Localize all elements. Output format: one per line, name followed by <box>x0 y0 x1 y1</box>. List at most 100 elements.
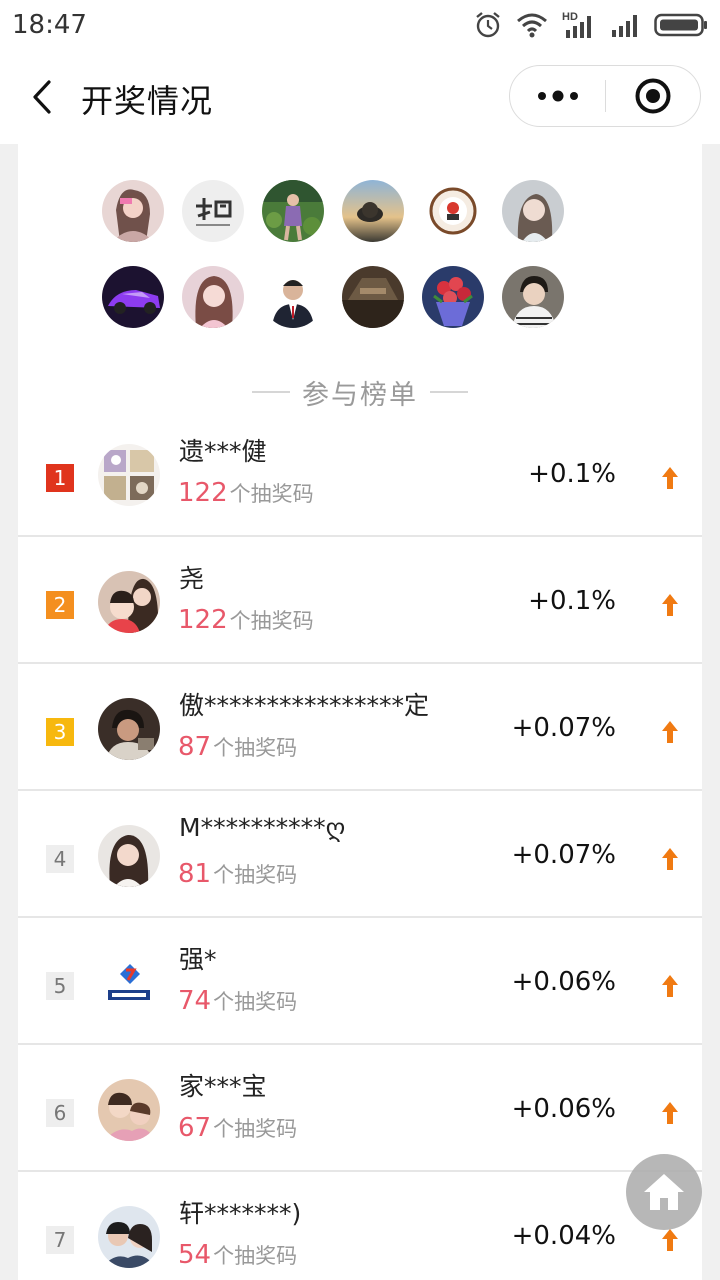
up-arrow-icon[interactable] <box>660 1101 680 1125</box>
rank-badge: 7 <box>46 1226 74 1254</box>
up-arrow-icon[interactable] <box>660 974 680 998</box>
code-count-unit: 个抽奖码 <box>213 736 298 760</box>
status-bar: 18:47 HD <box>0 0 720 50</box>
code-count: 54 个抽奖码 <box>178 1240 297 1270</box>
rank-badge: 4 <box>46 845 74 873</box>
ranking-row[interactable]: 5 强* 74 个抽奖码 +0.06% <box>18 918 702 1045</box>
participant-avatar[interactable] <box>262 266 324 328</box>
user-name: 强* <box>179 945 217 974</box>
code-count-number: 67 <box>178 1113 212 1143</box>
participant-avatar[interactable] <box>422 266 484 328</box>
code-count: 122 个抽奖码 <box>178 478 314 508</box>
user-avatar <box>98 698 160 760</box>
close-miniprogram-button[interactable] <box>606 66 700 126</box>
more-dots-icon <box>538 90 578 102</box>
ranking-title: 参与榜单 <box>302 379 418 411</box>
svg-text:HD: HD <box>562 11 578 23</box>
participant-avatar[interactable] <box>502 266 564 328</box>
status-time: 18:47 <box>12 10 87 40</box>
ranking-row[interactable]: 4 M**********ღ 81 个抽奖码 +0.07% <box>18 791 702 918</box>
up-arrow-icon[interactable] <box>660 1228 680 1252</box>
capsule-menu <box>509 65 701 127</box>
rank-badge: 5 <box>46 972 74 1000</box>
rank-badge: 1 <box>46 464 74 492</box>
user-avatar <box>98 571 160 633</box>
rank-badge: 6 <box>46 1099 74 1127</box>
participant-avatar[interactable] <box>342 266 404 328</box>
code-count-unit: 个抽奖码 <box>229 482 314 506</box>
code-count-number: 81 <box>178 859 212 889</box>
code-count: 87 个抽奖码 <box>178 732 297 762</box>
up-arrow-icon[interactable] <box>660 593 680 617</box>
win-rate-percent: +0.1% <box>528 586 616 616</box>
user-name: M**********ღ <box>179 813 346 842</box>
code-count: 81 个抽奖码 <box>178 859 297 889</box>
up-arrow-icon[interactable] <box>660 847 680 871</box>
user-avatar <box>98 825 160 887</box>
win-rate-percent: +0.06% <box>511 1094 616 1124</box>
participant-avatar[interactable] <box>102 266 164 328</box>
code-count: 67 个抽奖码 <box>178 1113 297 1143</box>
code-count-number: 122 <box>178 478 228 508</box>
user-avatar <box>98 1206 160 1268</box>
ranking-row[interactable]: 6 家***宝 67 个抽奖码 +0.06% <box>18 1045 702 1172</box>
win-rate-percent: +0.07% <box>511 713 616 743</box>
participant-avatar[interactable] <box>182 266 244 328</box>
user-name: 轩*******) <box>179 1199 302 1228</box>
code-count-number: 122 <box>178 605 228 635</box>
code-count-unit: 个抽奖码 <box>229 609 314 633</box>
win-rate-percent: +0.04% <box>511 1221 616 1251</box>
nav-bar: 开奖情况 <box>0 50 720 144</box>
battery-icon <box>654 13 707 37</box>
target-close-icon <box>635 78 671 114</box>
participant-avatar[interactable] <box>502 180 564 242</box>
rank-badge: 3 <box>46 718 74 746</box>
code-count-unit: 个抽奖码 <box>213 1244 298 1268</box>
user-avatar <box>98 1079 160 1141</box>
code-count-unit: 个抽奖码 <box>213 863 298 887</box>
title-divider-right <box>430 391 468 393</box>
code-count-unit: 个抽奖码 <box>213 990 298 1014</box>
user-avatar <box>98 952 160 1014</box>
participant-avatar[interactable] <box>182 180 244 242</box>
participant-avatar[interactable] <box>262 180 324 242</box>
content-card: 参与榜单 1 遗***健 122 个抽奖码 +0.1% 2 尧 122 个抽奖码… <box>18 144 702 1280</box>
user-name: 家***宝 <box>179 1072 267 1101</box>
user-avatar <box>98 444 160 506</box>
ranking-row[interactable]: 7 轩*******) 54 个抽奖码 +0.04% <box>18 1172 702 1280</box>
up-arrow-icon[interactable] <box>660 720 680 744</box>
code-count-number: 87 <box>178 732 212 762</box>
back-button[interactable] <box>22 75 62 119</box>
code-count-number: 74 <box>178 986 212 1016</box>
ranking-row[interactable]: 1 遗***健 122 个抽奖码 +0.1% <box>18 410 702 537</box>
ranking-row[interactable]: 2 尧 122 个抽奖码 +0.1% <box>18 537 702 664</box>
wifi-icon <box>517 13 547 38</box>
home-icon <box>644 1174 684 1210</box>
code-count-number: 54 <box>178 1240 212 1270</box>
chevron-left-icon <box>33 80 51 114</box>
win-rate-percent: +0.06% <box>511 967 616 997</box>
ranking-section-title: 参与榜单 <box>18 372 702 412</box>
code-count: 74 个抽奖码 <box>178 986 297 1016</box>
win-rate-percent: +0.1% <box>528 459 616 489</box>
more-button[interactable] <box>510 66 606 126</box>
title-divider-left <box>252 391 290 393</box>
status-icons: HD <box>474 8 708 42</box>
win-rate-percent: +0.07% <box>511 840 616 870</box>
hd-signal-icon: HD <box>562 11 591 38</box>
rank-badge: 2 <box>46 591 74 619</box>
up-arrow-icon[interactable] <box>660 466 680 490</box>
user-name: 尧 <box>179 564 205 593</box>
participant-avatar[interactable] <box>422 180 484 242</box>
user-name: 遗***健 <box>179 437 267 466</box>
signal-icon <box>612 15 637 37</box>
page-title: 开奖情况 <box>81 82 214 120</box>
user-name: 傲****************定 <box>179 691 430 720</box>
alarm-icon <box>476 12 500 38</box>
participant-avatar[interactable] <box>342 180 404 242</box>
home-button[interactable] <box>626 1154 702 1230</box>
participant-avatar[interactable] <box>102 180 164 242</box>
code-count: 122 个抽奖码 <box>178 605 314 635</box>
ranking-row[interactable]: 3 傲****************定 87 个抽奖码 +0.07% <box>18 664 702 791</box>
code-count-unit: 个抽奖码 <box>213 1117 298 1141</box>
